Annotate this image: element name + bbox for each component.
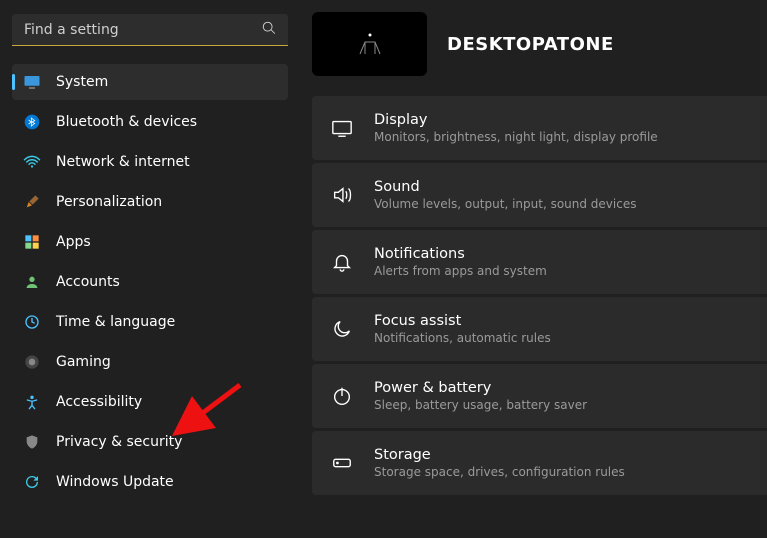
sidebar-item-system[interactable]: System (12, 64, 288, 100)
sidebar-item-label: Privacy & security (56, 434, 182, 450)
update-icon (22, 472, 42, 492)
sidebar-item-windows-update[interactable]: Windows Update (12, 464, 288, 500)
header: DESKTOPATONE (312, 12, 767, 76)
sidebar-item-accessibility[interactable]: Accessibility (12, 384, 288, 420)
wifi-icon (22, 152, 42, 172)
main-content: DESKTOPATONE Display Monitors, brightnes… (300, 0, 767, 538)
accessibility-icon (22, 392, 42, 412)
clock-globe-icon (22, 312, 42, 332)
sidebar-item-label: Bluetooth & devices (56, 114, 197, 130)
display-icon (330, 116, 354, 140)
gaming-icon (22, 352, 42, 372)
tile-subtitle: Alerts from apps and system (374, 264, 547, 278)
sidebar-item-personalization[interactable]: Personalization (12, 184, 288, 220)
sidebar-item-accounts[interactable]: Accounts (12, 264, 288, 300)
tile-title: Storage (374, 447, 625, 463)
moon-icon (330, 317, 354, 341)
apps-icon (22, 232, 42, 252)
tile-subtitle: Volume levels, output, input, sound devi… (374, 197, 636, 211)
tile-title: Display (374, 112, 658, 128)
paintbrush-icon (22, 192, 42, 212)
tile-title: Notifications (374, 246, 547, 262)
tile-title: Focus assist (374, 313, 551, 329)
tile-focus-assist[interactable]: Focus assist Notifications, automatic ru… (312, 297, 767, 361)
hostname: DESKTOPATONE (447, 34, 614, 55)
monitor-icon (22, 72, 42, 92)
sidebar-item-label: Windows Update (56, 474, 174, 490)
storage-icon (330, 451, 354, 475)
tile-subtitle: Monitors, brightness, night light, displ… (374, 130, 658, 144)
sidebar-item-label: Accounts (56, 274, 120, 290)
tile-title: Sound (374, 179, 636, 195)
sidebar-item-network[interactable]: Network & internet (12, 144, 288, 180)
power-icon (330, 384, 354, 408)
shield-icon (22, 432, 42, 452)
avatar (312, 12, 427, 76)
tile-storage[interactable]: Storage Storage space, drives, configura… (312, 431, 767, 495)
sidebar-item-label: Accessibility (56, 394, 142, 410)
sidebar-item-label: Network & internet (56, 154, 190, 170)
settings-tiles: Display Monitors, brightness, night ligh… (312, 96, 767, 495)
search-placeholder: Find a setting (24, 22, 119, 38)
tile-subtitle: Notifications, automatic rules (374, 331, 551, 345)
sidebar-item-label: Apps (56, 234, 91, 250)
search-icon (262, 21, 276, 39)
sidebar-item-label: Personalization (56, 194, 162, 210)
search-input[interactable]: Find a setting (12, 14, 288, 46)
bluetooth-icon (22, 112, 42, 132)
bell-icon (330, 250, 354, 274)
tile-display[interactable]: Display Monitors, brightness, night ligh… (312, 96, 767, 160)
sidebar-item-privacy-security[interactable]: Privacy & security (12, 424, 288, 460)
tile-sound[interactable]: Sound Volume levels, output, input, soun… (312, 163, 767, 227)
tile-title: Power & battery (374, 380, 587, 396)
sidebar-item-label: Gaming (56, 354, 111, 370)
sidebar-item-apps[interactable]: Apps (12, 224, 288, 260)
sidebar-item-label: Time & language (56, 314, 175, 330)
person-icon (22, 272, 42, 292)
sidebar-item-gaming[interactable]: Gaming (12, 344, 288, 380)
nav-list: System Bluetooth & devices Network & int… (12, 64, 288, 500)
sound-icon (330, 183, 354, 207)
tile-power-battery[interactable]: Power & battery Sleep, battery usage, ba… (312, 364, 767, 428)
tile-subtitle: Storage space, drives, configuration rul… (374, 465, 625, 479)
sidebar-item-time-language[interactable]: Time & language (12, 304, 288, 340)
tile-notifications[interactable]: Notifications Alerts from apps and syste… (312, 230, 767, 294)
sidebar-item-bluetooth[interactable]: Bluetooth & devices (12, 104, 288, 140)
tile-subtitle: Sleep, battery usage, battery saver (374, 398, 587, 412)
sidebar: Find a setting System Bluetooth & device… (0, 0, 300, 538)
sidebar-item-label: System (56, 74, 108, 90)
